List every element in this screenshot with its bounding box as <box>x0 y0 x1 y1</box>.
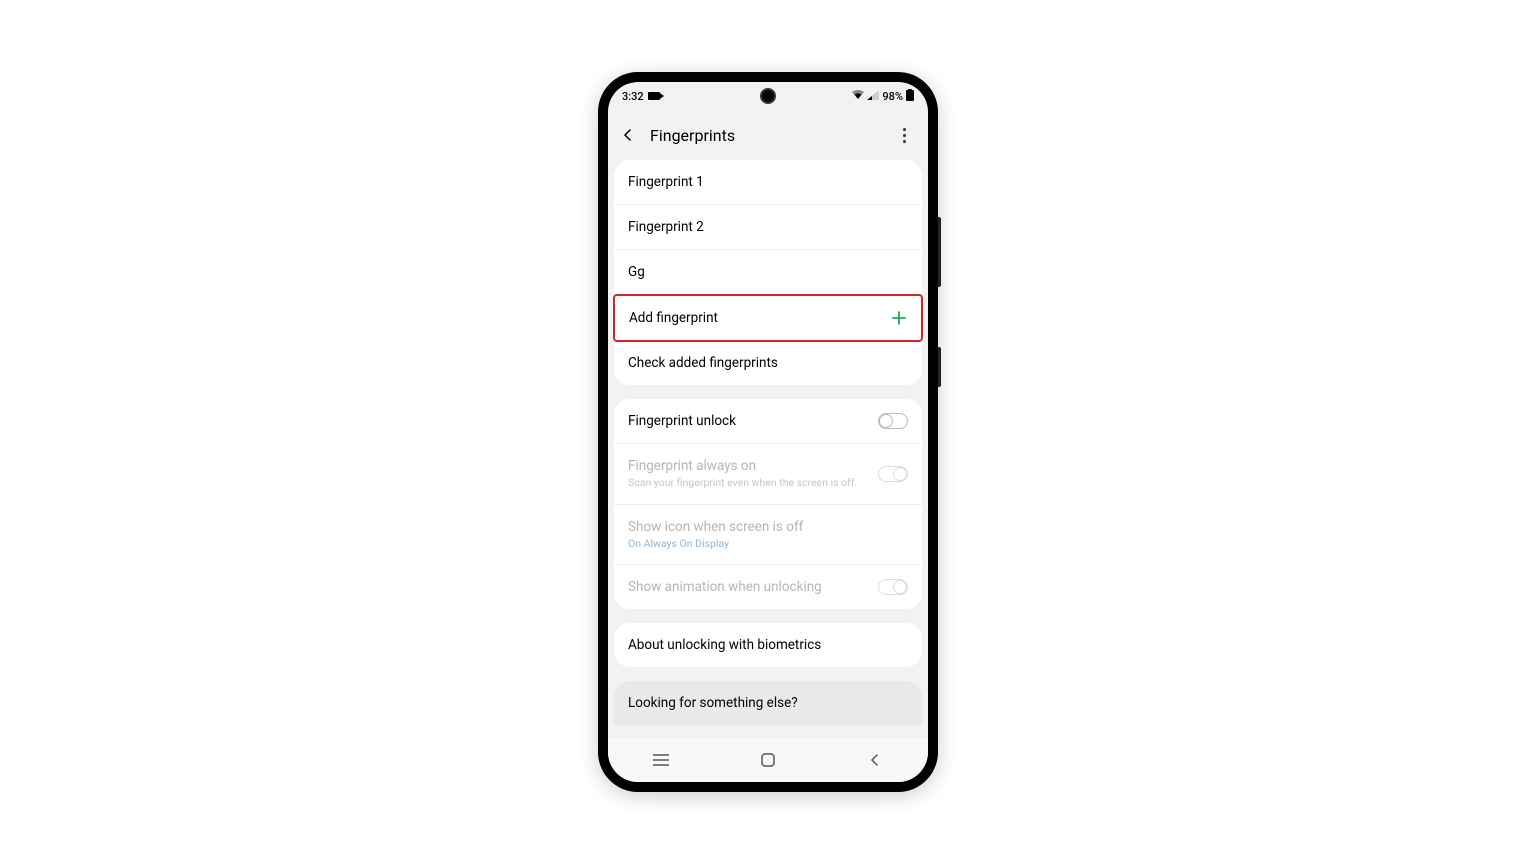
always-on-toggle <box>878 466 908 482</box>
phone-screen: 3:32 98% Fingerprints <box>608 82 928 782</box>
about-card: About unlocking with biometrics <box>614 623 922 667</box>
power-button <box>938 347 941 387</box>
always-on-label: Fingerprint always on <box>628 458 756 474</box>
fingerprint-item[interactable]: Gg <box>614 250 922 295</box>
battery-percent: 98% <box>882 90 903 103</box>
navigation-bar <box>608 738 928 782</box>
status-time: 3:32 <box>622 90 644 103</box>
show-icon-label: Show icon when screen is off <box>628 519 803 535</box>
battery-icon <box>906 89 914 104</box>
fingerprint-label: Fingerprint 1 <box>628 174 908 190</box>
back-button[interactable] <box>620 127 636 143</box>
settings-card: Fingerprint unlock Fingerprint always on… <box>614 399 922 609</box>
show-animation-label: Show animation when unlocking <box>628 579 878 595</box>
back-nav-button[interactable] <box>860 745 890 775</box>
add-fingerprint-button[interactable]: Add fingerprint <box>613 294 923 342</box>
more-options-button[interactable] <box>896 128 916 143</box>
show-icon-sub: On Always On Display <box>628 537 908 551</box>
recents-button[interactable] <box>646 745 676 775</box>
camera-hole <box>760 88 776 104</box>
check-fingerprints-label: Check added fingerprints <box>628 355 908 371</box>
fingerprint-unlock-label: Fingerprint unlock <box>628 413 878 429</box>
content-area: Fingerprint 1 Fingerprint 2 Gg Add finge… <box>608 160 928 738</box>
page-title: Fingerprints <box>650 126 882 145</box>
show-animation-row: Show animation when unlocking <box>614 565 922 609</box>
show-animation-toggle <box>878 579 908 595</box>
fingerprint-always-on-row: Fingerprint always on Scan your fingerpr… <box>614 444 922 505</box>
plus-icon <box>891 310 907 326</box>
fingerprint-unlock-toggle[interactable] <box>878 413 908 429</box>
check-fingerprints-button[interactable]: Check added fingerprints <box>614 341 922 385</box>
add-fingerprint-label: Add fingerprint <box>629 310 891 326</box>
wifi-icon <box>852 90 864 103</box>
fingerprint-item[interactable]: Fingerprint 1 <box>614 160 922 205</box>
about-biometrics-label: About unlocking with biometrics <box>628 637 908 653</box>
page-header: Fingerprints <box>608 110 928 160</box>
fingerprint-unlock-row[interactable]: Fingerprint unlock <box>614 399 922 444</box>
fingerprints-card: Fingerprint 1 Fingerprint 2 Gg Add finge… <box>614 160 922 385</box>
always-on-sub: Scan your fingerprint even when the scre… <box>628 476 878 490</box>
volume-button <box>938 217 941 287</box>
show-icon-row: Show icon when screen is off On Always O… <box>614 505 922 566</box>
fingerprint-item[interactable]: Fingerprint 2 <box>614 205 922 250</box>
looking-for-card[interactable]: Looking for something else? <box>614 681 922 725</box>
phone-frame: 3:32 98% Fingerprints <box>598 72 938 792</box>
fingerprint-label: Gg <box>628 264 908 280</box>
home-button[interactable] <box>753 745 783 775</box>
fingerprint-label: Fingerprint 2 <box>628 219 908 235</box>
signal-icon <box>867 90 879 103</box>
camera-rec-icon <box>648 92 660 100</box>
looking-for-label: Looking for something else? <box>628 695 798 711</box>
about-biometrics-button[interactable]: About unlocking with biometrics <box>614 623 922 667</box>
